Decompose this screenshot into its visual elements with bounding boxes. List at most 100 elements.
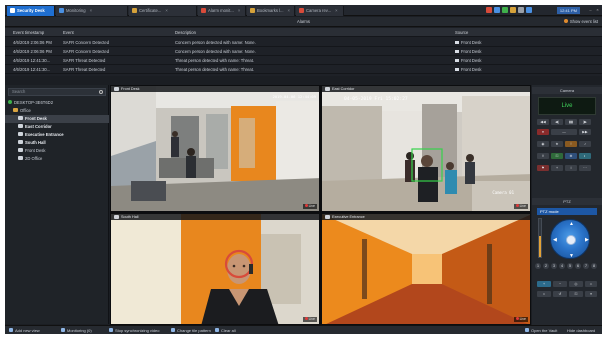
stop-sync-button[interactable]: Stop synchronizing video — [109, 326, 159, 334]
rewind-button[interactable]: ◀◀ — [537, 119, 549, 125]
close-icon[interactable]: × — [335, 8, 337, 13]
ptz-iris-button[interactable]: ☼ — [585, 281, 597, 287]
camera-icon — [18, 148, 23, 152]
privacy-button[interactable]: ◐ — [579, 153, 591, 159]
preset-button[interactable]: 6 — [575, 263, 581, 269]
preset-button[interactable]: 1 — [535, 263, 541, 269]
digital-zoom-button[interactable]: ⊕ — [565, 153, 577, 159]
preset-button[interactable]: 4 — [559, 263, 565, 269]
hide-dashboard-button[interactable]: Hide dashboard — [567, 326, 595, 334]
open-vault-button[interactable]: Open the Vault — [525, 326, 557, 334]
preset-button[interactable]: 3 — [551, 263, 557, 269]
snapshot-button[interactable]: ◉ — [537, 141, 549, 147]
record-icon — [515, 317, 519, 320]
threat-level-button[interactable]: ⚑ — [537, 165, 549, 171]
record-button[interactable]: ● — [537, 129, 549, 135]
network-tray-icon[interactable] — [494, 7, 500, 13]
tab-certificate[interactable]: Certificate... × — [129, 6, 197, 16]
add-view-button[interactable]: Add new view — [9, 326, 40, 334]
column-header-timestamp[interactable]: Event timestamp — [13, 28, 61, 37]
tile-info-button[interactable]: i — [565, 165, 577, 171]
export-button[interactable]: ⇪ — [537, 153, 549, 159]
arrow-right-icon[interactable]: ▶ — [585, 237, 589, 243]
monitoring-button[interactable]: Monitoring (0) — [61, 326, 92, 334]
ptz-home-button[interactable]: ⌂ — [537, 291, 551, 297]
close-icon[interactable]: × — [238, 8, 240, 13]
arrow-left-icon[interactable]: ◀ — [553, 237, 557, 243]
search-icon[interactable] — [99, 90, 103, 94]
audio-button[interactable]: ♪ — [579, 141, 591, 147]
close-icon[interactable]: × — [165, 8, 167, 13]
tree-item-executive-entrance[interactable]: Executive Entrance — [5, 131, 109, 139]
unlock-button[interactable]: ⚿ — [551, 153, 563, 159]
tree-item-south-hall[interactable]: South Hall — [5, 139, 109, 147]
zoom-slider[interactable] — [538, 218, 542, 258]
arrow-down-icon[interactable]: ▼ — [569, 253, 574, 259]
tile-caption: Executive Entrance — [322, 214, 530, 220]
alarm-button[interactable]: ! — [565, 141, 577, 147]
camera-icon — [455, 41, 459, 44]
tree-item-server[interactable]: DESKTOP-3E6T6D2 — [5, 99, 109, 107]
joystick-center[interactable] — [566, 235, 576, 245]
ptz-joystick[interactable]: ▲ ▼ ◀ ▶ — [550, 219, 590, 259]
system-clock: 12:41 PM — [556, 7, 580, 14]
step-forward-button[interactable]: |▶ — [579, 119, 591, 125]
tab-monitoring[interactable]: Monitoring × — [56, 6, 128, 16]
preset-button[interactable]: 8 — [591, 263, 597, 269]
video-tile-executive-entrance[interactable]: Executive Entrance Live — [321, 213, 531, 325]
table-row[interactable]: 4/6/2019 12:41:30... SAFR Threat Detecte… — [5, 56, 602, 65]
tree-item-front-desk-2[interactable]: Front Desk — [5, 147, 109, 155]
volume-tray-icon[interactable] — [518, 7, 524, 13]
preset-button[interactable]: 7 — [583, 263, 589, 269]
table-row[interactable]: 4/6/2019 2:06:06 PM SAFR Concern Detecte… — [5, 38, 602, 47]
table-row[interactable]: 4/6/2019 2:06:06 PM SAFR Concern Detecte… — [5, 47, 602, 56]
ptz-lock-button[interactable]: ⚿ — [569, 291, 583, 297]
close-icon[interactable]: × — [90, 8, 92, 13]
arrow-up-icon[interactable]: ▲ — [569, 221, 574, 227]
video-tile-front-desk[interactable]: Front Desk 2019-04-06 12:44:09 Live — [110, 85, 320, 212]
pause-button[interactable]: ▮▮ — [565, 119, 577, 125]
search-input[interactable]: Search — [8, 88, 106, 96]
minimize-icon[interactable]: – — [588, 7, 593, 13]
bookmark-button[interactable]: ★ — [551, 141, 563, 147]
close-icon[interactable]: × — [288, 8, 290, 13]
ptz-zoom-out-button[interactable]: − — [553, 281, 567, 287]
executive-entrance-video-feed — [322, 214, 530, 324]
playback-speed-slider[interactable]: — — [551, 129, 577, 135]
preset-button[interactable]: 2 — [543, 263, 549, 269]
fast-forward-button[interactable]: ▶▶ — [579, 129, 591, 135]
camera-icon — [325, 215, 330, 219]
preset-button[interactable]: 5 — [567, 263, 573, 269]
user-tray-icon[interactable] — [526, 7, 532, 13]
step-back-button[interactable]: ◀| — [551, 119, 563, 125]
ptz-pattern-button[interactable]: ↺ — [553, 291, 567, 297]
health-tray-icon[interactable] — [502, 7, 508, 13]
ptz-zoom-in-button[interactable]: + — [537, 281, 551, 287]
clear-all-button[interactable]: Clear all — [215, 326, 236, 334]
column-header-event[interactable]: Event — [63, 28, 167, 37]
change-tile-pattern-button[interactable]: Change tile pattern — [171, 326, 211, 334]
table-row[interactable]: 4/6/2019 12:41:30... SAFR Threat Detecte… — [5, 65, 602, 74]
tab-security-desk[interactable]: Security Desk — [7, 6, 55, 16]
tab-bookmarks[interactable]: Bookmarks l... × — [247, 6, 295, 16]
video-tile-south-hall[interactable]: South Hall Live — [110, 213, 320, 325]
video-tile-east-corridor[interactable]: East Corridor 04-05-2019 Fri 15:02:27 Ca… — [321, 85, 531, 212]
tree-item-east-corridor[interactable]: East Corridor — [5, 123, 109, 131]
show-event-list-button[interactable]: Show event list — [563, 17, 598, 27]
tree-item-office[interactable]: Office — [5, 107, 109, 115]
column-header-source[interactable]: Source — [455, 28, 535, 37]
ptz-mode-selector[interactable]: PTZ mode — [537, 208, 597, 215]
tree-item-front-desk[interactable]: Front Desk — [5, 115, 109, 123]
tab-alarm-monitoring[interactable]: Alarm monit... × — [198, 6, 246, 16]
alarm-tray-icon[interactable] — [486, 7, 492, 13]
camera-icon — [455, 59, 459, 62]
ptz-menu-button[interactable]: ≡ — [585, 291, 597, 297]
warning-tray-icon[interactable] — [510, 7, 516, 13]
tab-camera-review[interactable]: Camera rev... × — [296, 6, 344, 16]
close-window-icon[interactable]: × — [595, 7, 600, 13]
add-bookmark-button[interactable]: + — [551, 165, 563, 171]
column-header-description[interactable]: Description — [175, 28, 395, 37]
ptz-focus-button[interactable]: ◎ — [569, 281, 583, 287]
tree-item-2d-office[interactable]: 2D Office — [5, 155, 109, 163]
more-options-button[interactable]: ⋯ — [579, 165, 591, 171]
